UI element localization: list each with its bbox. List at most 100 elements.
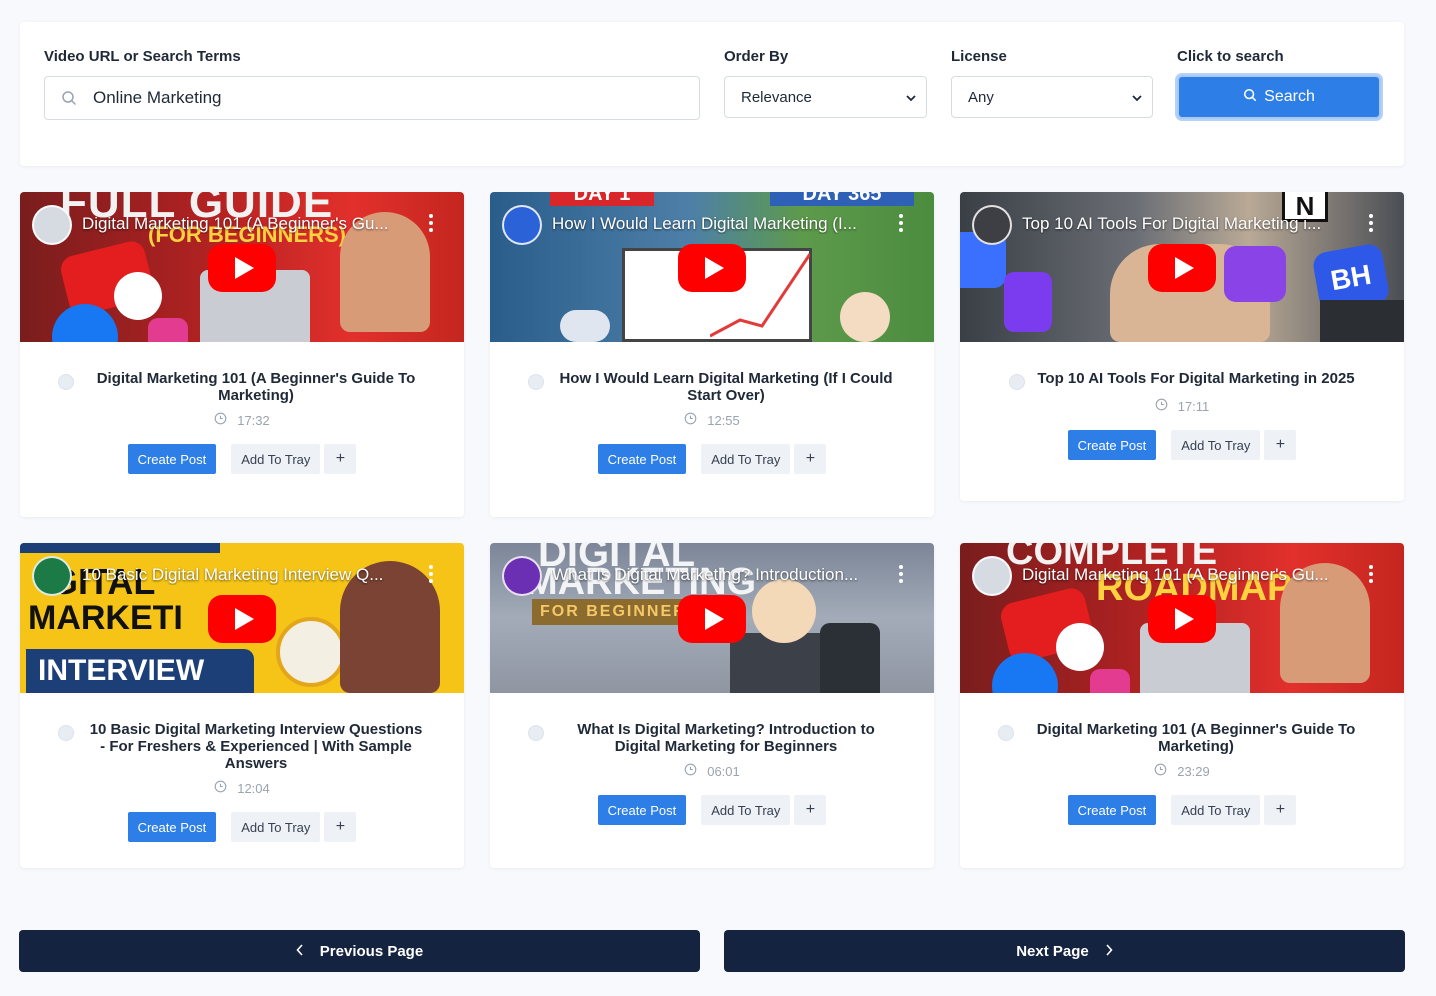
add-to-tray-button[interactable]: Add To Tray (231, 812, 321, 842)
play-icon[interactable] (1148, 244, 1216, 292)
order-by-label: Order By (724, 48, 789, 65)
add-to-tray-button[interactable]: Add To Tray (1171, 795, 1261, 825)
license-label: License (951, 48, 1007, 65)
add-to-tray-button[interactable]: Add To Tray (701, 795, 791, 825)
facebook-logo-icon (992, 653, 1058, 693)
character-image (752, 579, 816, 643)
chevron-right-icon (1105, 943, 1113, 960)
plus-button[interactable]: + (1264, 795, 1297, 825)
select-radio[interactable] (528, 725, 544, 741)
video-overlay-title: What Is Digital Marketing? Introduction.… (552, 565, 859, 584)
search-button[interactable]: Search (1177, 75, 1381, 119)
order-by-select[interactable]: Relevance (724, 76, 927, 118)
search-input[interactable] (93, 88, 699, 108)
add-to-tray-button[interactable]: Add To Tray (1171, 430, 1261, 460)
more-vertical-icon[interactable] (428, 565, 434, 586)
video-overlay-title: Top 10 AI Tools For Digital Marketing i.… (1022, 214, 1322, 233)
video-card: BH N Top 10 AI Tools For Digital Marketi… (960, 192, 1404, 501)
search-icon (45, 90, 93, 106)
video-overlay-title: 10 Basic Digital Marketing Interview Q..… (82, 565, 384, 584)
video-thumbnail[interactable]: DAY 1 DAY 365 How I Would Learn Digital … (490, 192, 934, 342)
video-thumbnail[interactable]: DIGITAL MARKETING FOR BEGINNERS What Is … (490, 543, 934, 693)
video-duration: 06:01 (707, 763, 740, 779)
video-thumbnail[interactable]: GITAL MARKETI INTERVIEW 10 Basic Digital… (20, 543, 464, 693)
create-post-button[interactable]: Create Post (127, 812, 217, 842)
video-duration: 17:32 (237, 412, 270, 428)
banner-stripe (20, 543, 220, 553)
google-logo-icon (114, 272, 162, 320)
next-page-button[interactable]: Next Page (724, 930, 1405, 972)
search-button-label: Search (1264, 88, 1315, 105)
video-overlay-title: Digital Marketing 101 (A Beginner's Gu..… (1022, 565, 1329, 584)
play-icon[interactable] (678, 595, 746, 643)
facebook-logo-icon (52, 304, 118, 342)
channel-avatar (502, 205, 542, 245)
card-body: How I Would Learn Digital Marketing (If … (490, 342, 934, 474)
thumb-text: DAY 1 (550, 192, 654, 206)
thumb-text: DAY 365 (770, 192, 914, 206)
plus-button[interactable]: + (794, 444, 827, 474)
globe-icon (276, 617, 346, 687)
more-vertical-icon[interactable] (1368, 565, 1374, 586)
select-radio[interactable] (528, 374, 544, 390)
select-radio[interactable] (58, 374, 74, 390)
create-post-button[interactable]: Create Post (597, 444, 687, 474)
plus-button[interactable]: + (794, 795, 827, 825)
instagram-logo-icon (1090, 669, 1130, 693)
previous-page-button[interactable]: Previous Page (19, 930, 700, 972)
plus-button[interactable]: + (1264, 430, 1297, 460)
video-card: DAY 1 DAY 365 How I Would Learn Digital … (490, 192, 934, 517)
play-icon[interactable] (208, 595, 276, 643)
more-vertical-icon[interactable] (1368, 214, 1374, 235)
video-card: FULL GUIDE (FOR BEGINNERS) Digital Marke… (20, 192, 464, 517)
card-body: 10 Basic Digital Marketing Interview Que… (20, 693, 464, 842)
video-thumbnail[interactable]: COMPLETE ROADMAP Digital Marketing 101 (… (960, 543, 1404, 693)
card-body: What Is Digital Marketing? Introduction … (490, 693, 934, 825)
video-card: DIGITAL MARKETING FOR BEGINNERS What Is … (490, 543, 934, 868)
play-icon[interactable] (1148, 595, 1216, 643)
select-radio[interactable] (998, 725, 1014, 741)
video-title: Digital Marketing 101 (A Beginner's Guid… (96, 370, 416, 404)
google-logo-icon (1056, 623, 1104, 671)
sparkle-app-icon (1004, 272, 1052, 332)
more-vertical-icon[interactable] (428, 214, 434, 235)
video-duration: 17:11 (1177, 398, 1210, 414)
video-duration: 12:55 (707, 412, 740, 428)
channel-avatar (972, 205, 1012, 245)
laptop-icon (1320, 300, 1404, 342)
license-value: Any (968, 88, 994, 106)
previous-page-label: Previous Page (319, 942, 424, 960)
channel-avatar (972, 556, 1012, 596)
clock-icon (1155, 398, 1168, 414)
video-title: What Is Digital Marketing? Introduction … (577, 721, 875, 755)
play-icon[interactable] (678, 244, 746, 292)
query-label: Video URL or Search Terms (44, 48, 241, 65)
video-thumbnail[interactable]: BH N Top 10 AI Tools For Digital Marketi… (960, 192, 1404, 342)
add-to-tray-button[interactable]: Add To Tray (701, 444, 791, 474)
clock-icon (684, 412, 697, 428)
more-vertical-icon[interactable] (898, 565, 904, 586)
create-post-button[interactable]: Create Post (597, 795, 687, 825)
select-radio[interactable] (1009, 374, 1026, 390)
clock-icon (214, 780, 227, 796)
video-thumbnail[interactable]: FULL GUIDE (FOR BEGINNERS) Digital Marke… (20, 192, 464, 342)
add-to-tray-button[interactable]: Add To Tray (231, 444, 321, 474)
play-icon[interactable] (208, 244, 276, 292)
select-radio[interactable] (58, 725, 74, 741)
clock-icon (1154, 763, 1167, 779)
video-title: Top 10 AI Tools For Digital Marketing in… (1037, 370, 1355, 387)
create-post-button[interactable]: Create Post (127, 444, 217, 474)
card-body: Digital Marketing 101 (A Beginner's Guid… (960, 693, 1404, 825)
channel-avatar (502, 556, 542, 596)
more-vertical-icon[interactable] (898, 214, 904, 235)
plus-button[interactable]: + (324, 812, 357, 842)
license-select[interactable]: Any (951, 76, 1153, 118)
create-post-button[interactable]: Create Post (1067, 795, 1157, 825)
search-input-wrapper[interactable] (44, 76, 700, 120)
plus-button[interactable]: + (324, 444, 357, 474)
search-panel: Video URL or Search Terms Order By Relev… (20, 22, 1404, 166)
video-overlay-title: How I Would Learn Digital Marketing (I..… (552, 214, 857, 233)
video-card: GITAL MARKETI INTERVIEW 10 Basic Digital… (20, 543, 464, 868)
video-title: Digital Marketing 101 (A Beginner's Guid… (1036, 721, 1356, 755)
create-post-button[interactable]: Create Post (1067, 430, 1157, 460)
